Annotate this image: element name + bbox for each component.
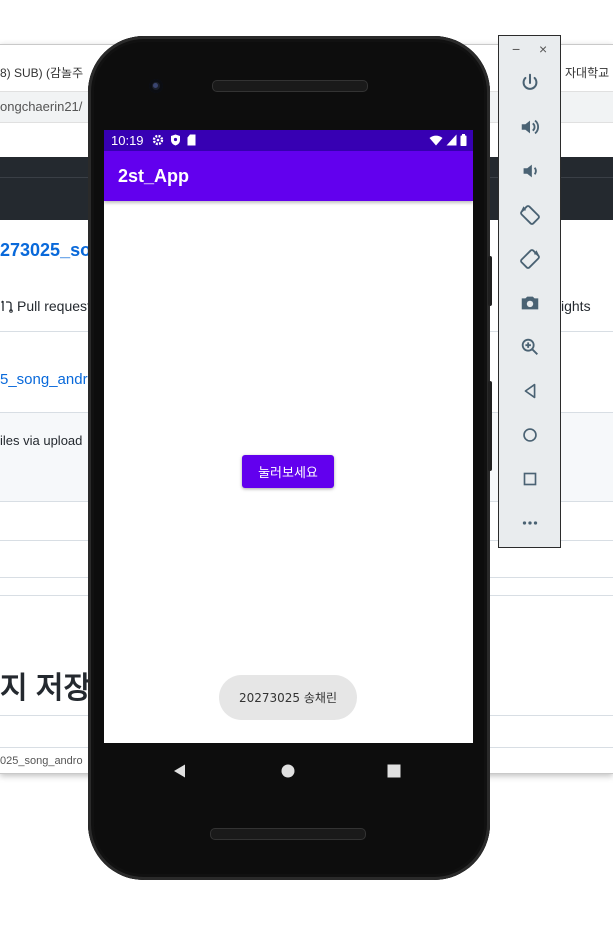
wifi-icon — [429, 135, 443, 146]
android-nav-bar — [104, 743, 473, 799]
toast-message: 20273025 송채린 — [219, 675, 357, 720]
earpiece-speaker — [212, 80, 368, 92]
camera-lens — [153, 83, 158, 88]
rotate-left-button[interactable] — [515, 200, 545, 230]
front-camera — [149, 79, 163, 93]
browser-tab-title-right[interactable]: 자대학교 — [565, 64, 609, 81]
readme-heading: 지 저장 — [0, 672, 92, 705]
power-button[interactable] — [515, 68, 545, 98]
overview-icon — [523, 472, 537, 486]
camera-icon — [521, 296, 539, 310]
repo-title-link[interactable]: 273025_sor — [0, 240, 98, 261]
app-bar: 2st_App — [104, 151, 473, 201]
browser-tab-title[interactable]: 8) SUB) (감놀주 — [0, 64, 83, 81]
status-bar: 10:19 — [104, 130, 473, 151]
nav-recents-button[interactable] — [380, 757, 408, 785]
more-button[interactable] — [515, 508, 545, 538]
bottom-speaker — [210, 828, 366, 840]
status-time: 10:19 — [111, 133, 144, 148]
volume-down-icon — [523, 164, 537, 178]
power-key[interactable] — [488, 256, 492, 306]
home-button[interactable] — [515, 420, 545, 450]
screenshot-button[interactable] — [515, 288, 545, 318]
minimize-button[interactable]: − — [512, 42, 520, 56]
phone-screen: 10:19 2st_App 눌러보세요 20273025 송채린 — [104, 130, 473, 743]
back-icon — [524, 383, 536, 399]
nav-tab-label: Pull request — [17, 298, 91, 314]
nav-home-button[interactable] — [274, 757, 302, 785]
overview-button[interactable] — [515, 464, 545, 494]
signal-icon — [446, 134, 457, 146]
rotate-right-button[interactable] — [515, 244, 545, 274]
rotate-right-icon — [520, 249, 540, 269]
volume-key[interactable] — [488, 381, 492, 471]
sd-card-icon — [187, 134, 196, 146]
home-icon — [281, 764, 295, 778]
branch-link[interactable]: 5_song_andro — [0, 371, 96, 388]
zoom-button[interactable] — [515, 332, 545, 362]
close-button[interactable]: × — [539, 42, 547, 56]
press-button[interactable]: 눌러보세요 — [242, 455, 334, 488]
commit-message[interactable]: iles via upload — [0, 433, 82, 448]
phone-frame: 10:19 2st_App 눌러보세요 20273025 송채린 — [88, 36, 492, 880]
home-icon — [523, 428, 537, 442]
nav-tab-insights[interactable]: ights — [561, 298, 591, 314]
more-icon — [522, 521, 538, 525]
volume-down-button[interactable] — [515, 156, 545, 186]
settings-icon — [152, 134, 164, 146]
nav-back-button[interactable] — [166, 757, 194, 785]
address-text: ongchaerin21/ — [0, 99, 83, 114]
zoom-icon — [521, 338, 538, 355]
back-button[interactable] — [515, 376, 545, 406]
shield-icon — [171, 134, 180, 146]
app-title: 2st_App — [118, 166, 190, 186]
battery-icon — [460, 134, 467, 146]
back-icon — [174, 764, 185, 778]
rotate-left-icon — [520, 205, 540, 225]
browser-status-text: 025_song_andro — [0, 755, 83, 767]
volume-up-button[interactable] — [515, 112, 545, 142]
volume-up-icon — [521, 119, 539, 135]
nav-tab-pull-requests[interactable]: Pull request — [0, 298, 91, 314]
emulator-toolbar: − × — [498, 35, 561, 548]
pull-request-icon — [1, 300, 13, 313]
recents-icon — [387, 764, 401, 778]
toast-text: 20273025 송채린 — [238, 691, 337, 705]
power-icon — [522, 73, 538, 90]
